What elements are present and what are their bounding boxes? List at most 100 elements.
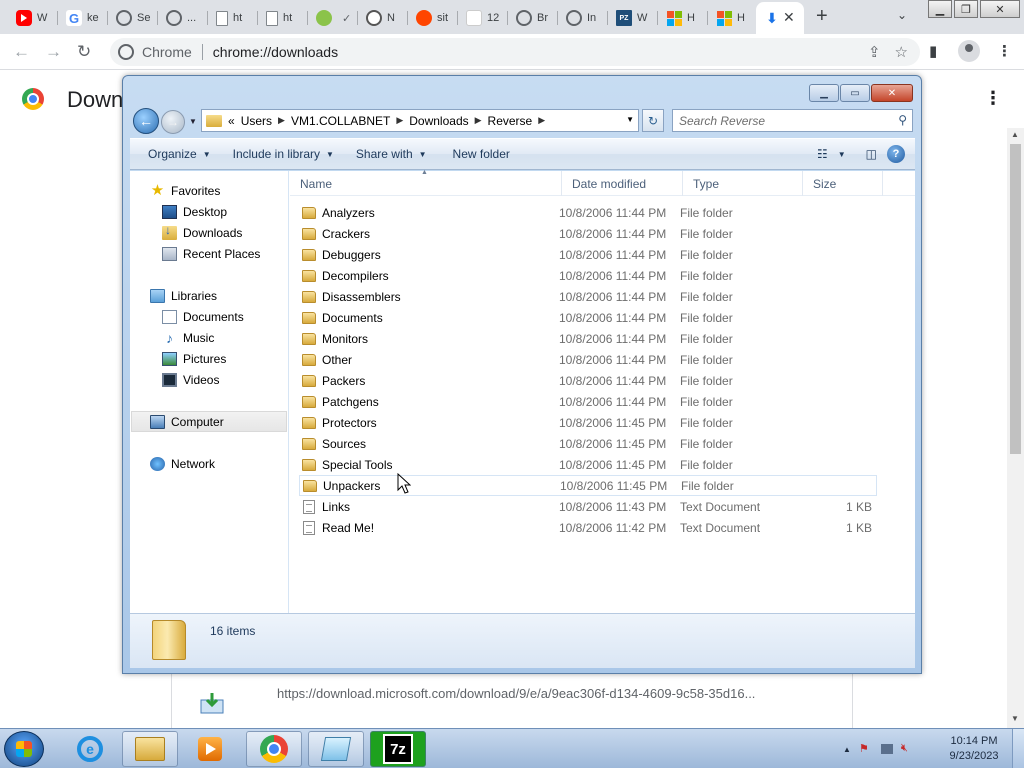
nav-downloads[interactable]: Downloads	[162, 222, 242, 243]
browser-tab[interactable]: G ke	[58, 4, 108, 32]
file-row[interactable]: Monitors 10/8/2006 11:44 PM File folder	[299, 328, 877, 349]
chevron-right-icon[interactable]: ▶	[396, 115, 403, 126]
file-row[interactable]: Decompilers 10/8/2006 11:44 PM File folder	[299, 265, 877, 286]
file-row[interactable]: Crackers 10/8/2006 11:44 PM File folder	[299, 223, 877, 244]
file-row[interactable]: Links 10/8/2006 11:43 PM Text Document 1 KB	[299, 496, 877, 517]
browser-tab[interactable]: H	[708, 4, 756, 32]
refresh-button[interactable]: ↻	[642, 109, 664, 132]
browser-tab[interactable]: Se	[108, 4, 158, 32]
downloads-menu-icon[interactable]: ⋮	[984, 88, 1002, 109]
taskbar-media-button[interactable]	[182, 731, 238, 767]
download-url-link[interactable]: https://download.microsoft.com/download/…	[277, 686, 755, 701]
chevron-right-icon[interactable]: ▶	[538, 115, 545, 126]
nav-libraries[interactable]: Libraries	[150, 285, 217, 306]
browser-tab[interactable]: sit	[408, 4, 458, 32]
new-folder-button[interactable]: New folder	[453, 147, 510, 161]
chevron-right-icon[interactable]: ▶	[475, 115, 482, 126]
file-row[interactable]: Special Tools 10/8/2006 11:45 PM File fold…	[299, 454, 877, 475]
share-icon[interactable]: ⇪	[868, 43, 881, 61]
explorer-maximize-button[interactable]: ▭	[840, 84, 870, 102]
nav-computer[interactable]: Computer	[131, 411, 287, 432]
scroll-down-icon[interactable]: ▼	[1011, 714, 1019, 723]
nav-videos[interactable]: Videos	[162, 369, 219, 390]
chevron-down-icon[interactable]: ▼	[838, 150, 846, 159]
bookmark-star-icon[interactable]: ☆	[895, 43, 908, 61]
file-row[interactable]: Patchgens 10/8/2006 11:44 PM File folder	[299, 391, 877, 412]
file-row[interactable]: Analyzers 10/8/2006 11:44 PM File folder	[299, 202, 877, 223]
side-panel-icon[interactable]: ▮	[929, 42, 937, 60]
recent-pages-icon[interactable]: ▼	[189, 117, 197, 126]
chevron-down-icon[interactable]: ⌄	[897, 8, 907, 22]
breadcrumb-item[interactable]: VM1.COLLABNET	[291, 114, 390, 128]
breadcrumb-overflow[interactable]: «	[228, 114, 235, 128]
browser-tab[interactable]: W	[8, 4, 58, 32]
file-row[interactable]: Packers 10/8/2006 11:44 PM File folder	[299, 370, 877, 391]
preview-pane-icon[interactable]: ◫	[866, 147, 877, 161]
nav-favorites[interactable]: ★ Favorites	[150, 180, 221, 201]
include-in-library-button[interactable]: Include in library ▼	[233, 147, 334, 161]
browser-tab-active[interactable]: ⬇	[756, 2, 804, 34]
start-button[interactable]	[4, 731, 44, 767]
file-row[interactable]: Documents 10/8/2006 11:44 PM File folder	[299, 307, 877, 328]
column-header-size[interactable]: Size	[803, 171, 883, 196]
close-window-button[interactable]: ✕	[980, 0, 1020, 18]
address-bar[interactable]: Chrome chrome://downloads ⇪ ☆	[110, 38, 920, 66]
file-row[interactable]: Debuggers 10/8/2006 11:44 PM File folder	[299, 244, 877, 265]
nav-music[interactable]: ♪ Music	[162, 327, 214, 348]
taskbar-clock[interactable]: 10:14 PM 9/23/2023	[944, 734, 1004, 764]
taskbar-explorer-button[interactable]	[122, 731, 178, 767]
file-row[interactable]: Unpackers 10/8/2006 11:45 PM File folder	[299, 475, 877, 496]
new-tab-button[interactable]: +	[816, 5, 828, 28]
browser-tab[interactable]: 12	[458, 4, 508, 32]
browser-tab[interactable]: ✓	[308, 4, 358, 32]
nav-documents[interactable]: Documents	[162, 306, 244, 327]
action-center-flag-icon[interactable]: ⚑	[859, 742, 873, 756]
nav-network[interactable]: Network	[150, 453, 215, 474]
maximize-button[interactable]: ❐	[954, 0, 978, 18]
breadcrumb-item[interactable]: Users	[241, 114, 272, 128]
nav-recent-places[interactable]: Recent Places	[162, 243, 260, 264]
taskbar-chrome-button[interactable]	[246, 731, 302, 767]
breadcrumb-item[interactable]: Downloads	[409, 114, 468, 128]
search-input[interactable]: Search Reverse ⚲	[672, 109, 913, 132]
page-scrollbar[interactable]: ▲ ▼	[1007, 128, 1024, 728]
nav-pictures[interactable]: Pictures	[162, 348, 226, 369]
profile-avatar[interactable]	[958, 40, 980, 62]
browser-tab[interactable]: In	[558, 4, 608, 32]
explorer-address-bar[interactable]: « Users ▶ VM1.COLLABNET ▶ Downloads ▶ Re…	[201, 109, 639, 132]
close-tab-icon[interactable]: ✕	[783, 9, 795, 26]
minimize-button[interactable]: ▁	[928, 0, 952, 18]
scrollbar-thumb[interactable]	[1010, 144, 1021, 454]
taskbar-ie-button[interactable]: e	[62, 731, 118, 767]
browser-tab[interactable]: ht	[208, 4, 258, 32]
taskbar-7zip-button[interactable]: 7z	[370, 731, 426, 767]
back-button[interactable]: ←	[133, 108, 159, 134]
browser-tab[interactable]: PZ W	[608, 4, 658, 32]
volume-muted-icon[interactable]: 🔇︎	[901, 742, 915, 756]
column-header-type[interactable]: Type	[683, 171, 803, 196]
column-header-name[interactable]: Name ▲	[290, 169, 562, 196]
browser-tab[interactable]: ...	[158, 4, 208, 32]
share-with-button[interactable]: Share with ▼	[356, 147, 427, 161]
column-header-date[interactable]: Date modified	[562, 171, 683, 196]
browser-tab[interactable]: ht	[258, 4, 308, 32]
browser-tab[interactable]: Br	[508, 4, 558, 32]
change-view-icon[interactable]: ☷	[817, 147, 828, 161]
reload-icon[interactable]: ↻	[77, 42, 91, 62]
browser-tab[interactable]: N	[358, 4, 408, 32]
chevron-right-icon[interactable]: ▶	[278, 115, 285, 126]
back-arrow-icon[interactable]: ←	[13, 42, 30, 62]
explorer-minimize-button[interactable]: ▁	[809, 84, 839, 102]
file-row[interactable]: Read Me! 10/8/2006 11:42 PM Text Document 1…	[299, 517, 877, 538]
scroll-up-icon[interactable]: ▲	[1011, 130, 1019, 139]
forward-arrow-icon[interactable]: →	[45, 42, 62, 62]
nav-desktop[interactable]: Desktop	[162, 201, 227, 222]
address-dropdown-icon[interactable]: ▼	[626, 115, 634, 124]
file-row[interactable]: Sources 10/8/2006 11:45 PM File folder	[299, 433, 877, 454]
file-row[interactable]: Protectors 10/8/2006 11:45 PM File folder	[299, 412, 877, 433]
menu-kebab-icon[interactable]: ⋮	[997, 42, 1012, 60]
file-row[interactable]: Disassemblers 10/8/2006 11:44 PM File fold…	[299, 286, 877, 307]
taskbar-notepad-button[interactable]	[308, 731, 364, 767]
tray-expand-icon[interactable]: ▲	[843, 745, 851, 754]
explorer-close-button[interactable]: ✕	[871, 84, 913, 102]
